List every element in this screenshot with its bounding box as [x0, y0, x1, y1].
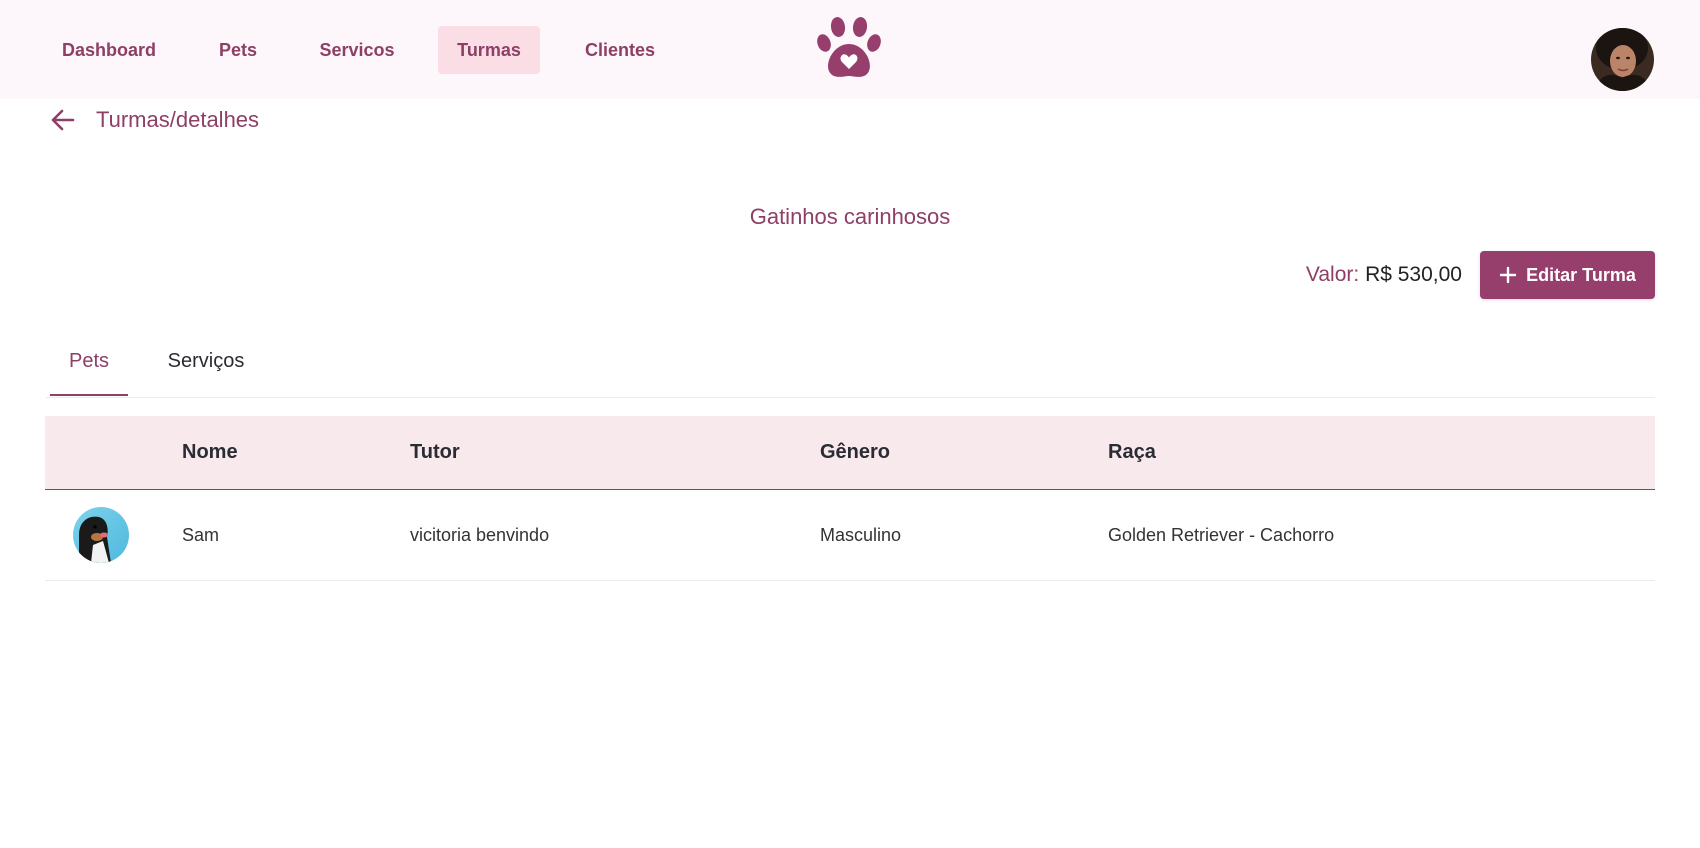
nav-pets[interactable]: Pets [202, 26, 274, 74]
dog-photo [73, 507, 129, 563]
tab-pets[interactable]: Pets [50, 340, 128, 396]
price-value: R$ 530,00 [1365, 263, 1462, 286]
user-avatar[interactable] [1591, 28, 1654, 91]
tabs-divider [46, 397, 1655, 398]
nav-servicos[interactable]: Servicos [306, 26, 408, 74]
column-header-nome[interactable]: Nome [182, 416, 238, 489]
nav-dashboard[interactable]: Dashboard [45, 26, 173, 74]
cell-tutor: vicitoria benvindo [410, 525, 550, 545]
breadcrumb: Turmas/detalhes [96, 107, 260, 132]
table-row[interactable]: Sam vicitoria benvindo Masculino Golden … [45, 490, 1655, 581]
paw-heart-icon[interactable] [816, 16, 882, 82]
nav-clientes[interactable]: Clientes [570, 26, 670, 74]
plus-icon [1499, 266, 1517, 284]
cell-raca: Golden Retriever - Cachorro [1108, 525, 1335, 545]
nav-turmas[interactable]: Turmas [438, 26, 540, 74]
tab-servicos[interactable]: Serviços [156, 340, 256, 396]
edit-class-button[interactable]: Editar Turma [1480, 251, 1655, 299]
table-header: Nome Tutor Gênero Raça [45, 416, 1655, 490]
price-display: Valor: R$ 530,00 [1306, 262, 1462, 288]
arrow-left-icon[interactable] [49, 106, 77, 134]
edit-class-button-label: Editar Turma [1526, 264, 1636, 285]
class-title: Gatinhos carinhosos [749, 204, 951, 229]
column-header-raca[interactable]: Raça [1108, 416, 1156, 489]
column-header-genero[interactable]: Gênero [820, 416, 890, 489]
cell-nome: Sam [182, 525, 220, 545]
cell-genero: Masculino [820, 525, 902, 545]
top-navbar: Dashboard Pets Servicos Turmas Clientes [0, 0, 1700, 99]
column-header-tutor[interactable]: Tutor [410, 416, 460, 489]
price-label: Valor: [1305, 263, 1360, 286]
